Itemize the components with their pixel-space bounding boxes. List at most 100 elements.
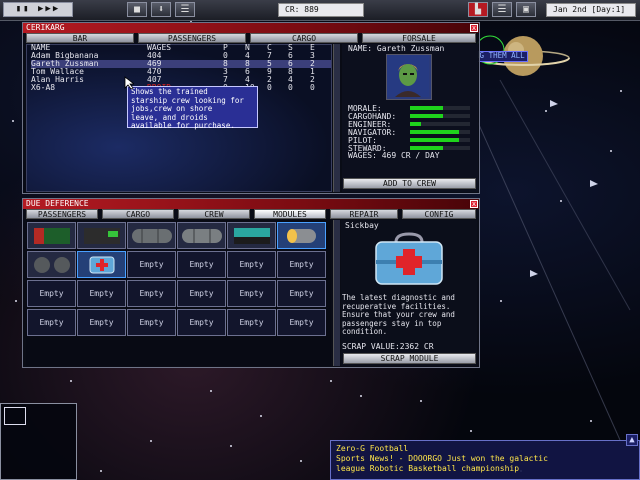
stat-bar-fill (410, 130, 460, 134)
tab-passengers[interactable]: PASSENGERS (26, 209, 98, 219)
stat-bar (410, 114, 470, 118)
download-icon[interactable]: ⬇ (151, 2, 171, 17)
star (300, 460, 302, 462)
star (12, 120, 14, 122)
window-title-text: DUE DEFERENCE (26, 199, 89, 208)
tab-repair[interactable]: REPAIR (330, 209, 398, 219)
document-icon[interactable]: ☰ (175, 2, 195, 17)
tooltip-line: available for purchase. (131, 121, 235, 130)
window-title-text: CERIKARG (26, 23, 65, 32)
module-slot[interactable] (127, 222, 176, 249)
module-slot-empty[interactable]: Empty (127, 280, 176, 307)
crew-list-scrollbar[interactable] (333, 44, 340, 192)
table-row[interactable]: Alan Harris 407 7 4 2 4 2 (31, 76, 331, 84)
lower-window-title: DUE DEFERENCE x (23, 199, 479, 209)
stat-bar-fill (410, 138, 460, 142)
tab-config[interactable]: CONFIG (402, 209, 476, 219)
close-icon[interactable]: x (470, 24, 478, 32)
upper-tabs: BAR PASSENGERS CARGO FORSALE (26, 33, 476, 43)
minimap[interactable] (0, 403, 77, 480)
upper-window-title: CERIKARG x (23, 23, 479, 33)
fast-forward-icon[interactable]: ▶▶▶ (38, 4, 60, 14)
news-line: Sports News! - DOOORGO Just won the gala… (336, 454, 548, 463)
module-grid-scrollbar[interactable] (333, 220, 340, 366)
module-slot-empty[interactable]: Empty (27, 309, 76, 336)
module-slot-empty[interactable]: Empty (127, 309, 176, 336)
tab-cargo[interactable]: CARGO (102, 209, 174, 219)
module-slot-empty[interactable]: Empty (127, 251, 176, 278)
star (330, 380, 332, 382)
add-to-crew-button[interactable]: ADD TO CREW (343, 178, 476, 189)
star (70, 380, 72, 382)
module-icon (84, 228, 120, 244)
date-display: Jan 2nd [Day:1] (546, 3, 636, 17)
medical-kit-icon (375, 232, 443, 285)
cell-c: 0 (267, 83, 272, 92)
star (360, 395, 362, 397)
module-slot[interactable] (77, 251, 126, 278)
close-icon[interactable]: x (470, 200, 478, 208)
module-name: Sickbay (345, 221, 379, 230)
top-bar: ▮▮ ▶▶▶ ■ ⬇ ☰ CR: 889 ▙ ☰ ▣ Jan 2nd [Day:… (0, 0, 640, 21)
module-slot-empty[interactable]: Empty (177, 280, 226, 307)
lower-tabs: PASSENGERS CARGO CREW MODULES REPAIR CON… (26, 209, 476, 219)
tab-forsale[interactable]: FORSALE (362, 33, 476, 43)
module-slot-empty[interactable]: Empty (227, 280, 276, 307)
module-slot-empty[interactable]: Empty (177, 309, 226, 336)
stat-bar (410, 146, 470, 150)
tab-modules[interactable]: MODULES (254, 209, 326, 219)
document-icon[interactable]: ☰ (492, 2, 512, 17)
module-slot[interactable] (27, 222, 76, 249)
stat-bar (410, 106, 470, 110)
stop-icon[interactable]: ■ (127, 2, 147, 17)
news-ticker[interactable]: Zero-G Football Sports News! - DOOORGO J… (330, 440, 640, 480)
mouse-cursor-icon (124, 76, 134, 90)
news-line: league Robotic Basketball championship (336, 464, 520, 473)
module-slot[interactable] (177, 222, 226, 249)
module-slot-empty[interactable]: Empty (277, 251, 326, 278)
module-slot-empty[interactable]: Empty (227, 251, 276, 278)
module-icon (182, 229, 222, 243)
module-slot[interactable] (77, 222, 126, 249)
scrap-module-button[interactable]: SCRAP MODULE (343, 353, 476, 364)
crew-portrait (386, 54, 432, 100)
module-slot[interactable] (227, 222, 276, 249)
cell-name: X6-A8 (31, 83, 56, 92)
tooltip: Shows the trained starship crew looking … (127, 86, 258, 130)
module-icon (34, 257, 70, 273)
cell-s: 0 (288, 83, 293, 92)
portrait-icon (387, 55, 429, 97)
module-slot[interactable] (27, 251, 76, 278)
credits-display: CR: 889 (278, 3, 364, 17)
pause-icon[interactable]: ▮▮ (16, 4, 31, 14)
module-slot-empty[interactable]: Empty (277, 280, 326, 307)
floppy-save-icon[interactable]: ▣ (516, 2, 536, 17)
tab-passengers[interactable]: PASSENGERS (138, 33, 246, 43)
scrap-value: SCRAP VALUE:2362 CR (342, 342, 434, 351)
news-title: Zero-G Football (336, 444, 409, 453)
star (420, 400, 422, 402)
module-slot-empty[interactable]: Empty (27, 280, 76, 307)
stat-bar (410, 130, 470, 134)
module-slot-empty[interactable]: Empty (77, 280, 126, 307)
time-speed-control[interactable]: ▮▮ ▶▶▶ (3, 2, 73, 17)
tab-crew[interactable]: CREW (178, 209, 250, 219)
stat-bar-fill (410, 122, 421, 126)
module-icon (287, 229, 316, 243)
crew-detail-wages: WAGES: 469 CR / DAY (348, 151, 440, 160)
star (260, 415, 262, 417)
crew-detail-name: NAME: Gareth Zussman (348, 44, 445, 53)
tab-cargo[interactable]: CARGO (250, 33, 358, 43)
module-slot-empty[interactable]: Empty (227, 309, 276, 336)
module-slot-empty[interactable]: Empty (77, 309, 126, 336)
module-slot-empty[interactable]: Empty (277, 309, 326, 336)
module-slot[interactable] (277, 222, 326, 249)
module-description: The latest diagnostic and recuperative f… (342, 293, 455, 337)
minimap-viewport[interactable] (4, 407, 26, 425)
star (15, 300, 17, 302)
minimize-icon[interactable]: ▙ (468, 2, 488, 17)
news-toggle-icon[interactable]: ▲ (626, 434, 638, 446)
module-slot-empty[interactable]: Empty (177, 251, 226, 278)
tab-bar[interactable]: BAR (26, 33, 134, 43)
star (150, 440, 152, 442)
